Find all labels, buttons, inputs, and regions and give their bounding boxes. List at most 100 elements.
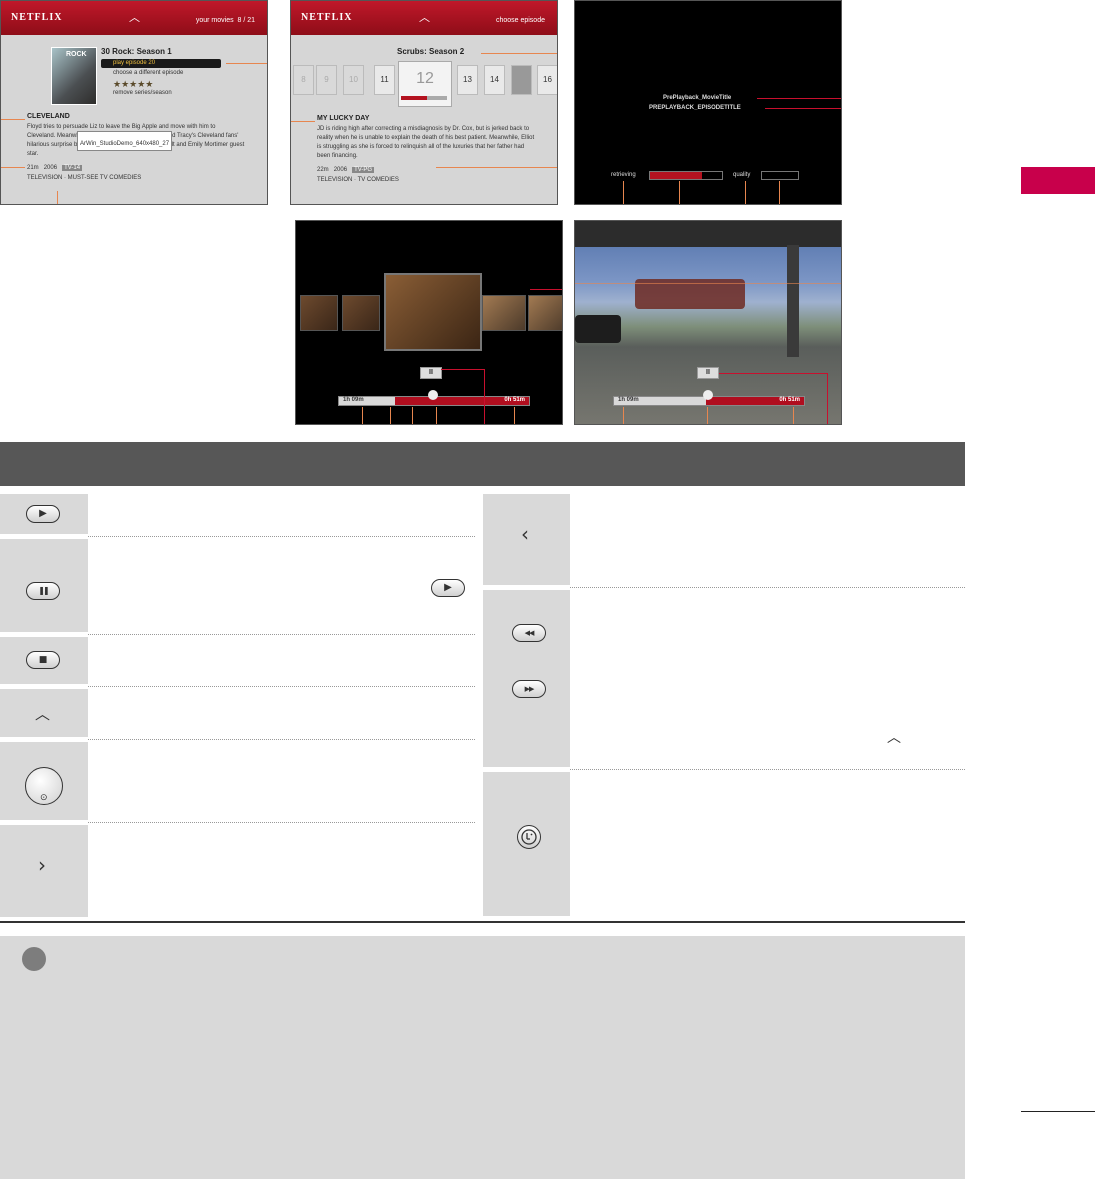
screenshot-netflix-choose-episode: NETFLIX ︿ choose episode Scrubs: Season …	[290, 0, 558, 205]
time-elapsed: 1h 09m	[618, 397, 639, 403]
selected-episode-number: 12	[416, 70, 434, 87]
netflix-logo: NETFLIX	[11, 12, 63, 23]
fast-forward-icon: ▶▶	[524, 684, 535, 693]
scrub-handle[interactable]	[703, 390, 713, 400]
callout-line	[765, 108, 841, 109]
icon-cell-ok: ⊙	[0, 742, 88, 820]
lg-logo-icon	[521, 829, 537, 845]
ok-button[interactable]: ⊙	[25, 767, 63, 805]
thumbnail-frame	[528, 295, 562, 331]
callout-line	[530, 289, 562, 290]
callout-line	[436, 167, 557, 168]
row-divider	[88, 739, 475, 740]
up-arrow-icon: ︿	[887, 730, 901, 746]
screenshot-preplayback: PrePlayback_MovieTitle PREPLAYBACK_EPISO…	[574, 0, 842, 205]
episode-meta: 22m 2006 TV-PG	[317, 167, 375, 173]
episode-progress	[401, 96, 447, 100]
hangar-pillar	[787, 245, 799, 357]
pause-indicator: II	[420, 367, 442, 379]
up-caret-icon: ︿	[129, 12, 140, 24]
callout-line	[57, 191, 58, 204]
retrieving-progress	[649, 171, 723, 180]
genre-label: TELEVISION · TV COMEDIES	[317, 177, 399, 183]
callout-line	[779, 181, 780, 204]
episode-tile[interactable]: 10	[343, 65, 364, 95]
callout-line	[1, 167, 25, 168]
rating-stars[interactable]: ★★★★★	[113, 79, 153, 90]
nav-label: choose episode	[495, 17, 545, 24]
time-remaining: 0h 51m	[779, 397, 800, 403]
icon-cell-play: ▶	[0, 494, 88, 534]
time-elapsed: 1h 09m	[343, 397, 364, 403]
episode-tile[interactable]: 16	[537, 65, 557, 95]
netflix-logo: NETFLIX	[301, 12, 353, 23]
movie-title-label: PrePlayback_MovieTitle	[663, 95, 732, 101]
thumbnail-frame	[300, 295, 338, 331]
callout-line	[481, 53, 557, 54]
row-divider	[88, 822, 475, 823]
quality-meter	[761, 171, 799, 180]
row-divider	[88, 536, 475, 537]
selected-option[interactable]: play episode 20	[101, 59, 221, 68]
callout-line	[827, 373, 828, 424]
section-header-bar	[0, 442, 965, 486]
icon-cell-pause: ❚❚	[0, 539, 88, 632]
option-remove-series[interactable]: remove series/season	[113, 90, 172, 96]
episode-tile-selected[interactable]: 12	[398, 61, 452, 107]
callout-line	[793, 407, 794, 424]
episode-tile[interactable]: 14	[484, 65, 505, 95]
hangar-roof	[575, 221, 841, 247]
episode-tile[interactable]: 8	[293, 65, 314, 95]
callout-line	[745, 181, 746, 204]
tooltip: ArWin_StudioDemo_640x480_27	[77, 131, 173, 151]
play-icon: ▶	[39, 508, 47, 519]
retrieving-label: retrieving	[611, 172, 636, 178]
right-arrow-icon[interactable]: ›	[38, 855, 46, 875]
episode-tile-thumbnail[interactable]	[511, 65, 532, 95]
rewind-button[interactable]: ◀◀	[512, 624, 546, 642]
episode-tile[interactable]: 13	[457, 65, 478, 95]
left-arrow-icon[interactable]: ‹	[521, 524, 529, 544]
icon-cell-right: ›	[0, 825, 88, 917]
callout-line	[623, 407, 624, 424]
icon-cell-left: ‹	[483, 494, 570, 585]
callout-line	[623, 181, 624, 204]
callout-line	[226, 63, 267, 64]
icon-cell-up: ︿	[0, 689, 88, 737]
option-choose-episode[interactable]: choose a different episode	[113, 70, 183, 76]
row-divider	[570, 587, 965, 588]
icon-cell-rew-ff: ◀◀ ▶▶	[483, 590, 570, 767]
lg-home-button[interactable]	[517, 825, 541, 849]
callout-line	[441, 369, 485, 370]
fast-forward-button[interactable]: ▶▶	[512, 680, 546, 698]
episode-tile[interactable]: 9	[316, 65, 337, 95]
pause-button[interactable]: ❚❚	[26, 582, 60, 600]
row-divider	[570, 769, 965, 770]
note-panel	[0, 936, 965, 1179]
page-number-rule	[1021, 1111, 1095, 1112]
table-bottom-rule	[0, 921, 965, 923]
nav-label: your movies 8 / 21	[195, 17, 255, 24]
callout-line	[575, 283, 841, 284]
callout-line	[484, 369, 485, 424]
thumbnail-frame	[342, 295, 380, 331]
play-button[interactable]: ▶	[26, 505, 60, 523]
stop-button[interactable]: ■	[26, 651, 60, 669]
stop-icon: ■	[38, 654, 48, 665]
screenshot-scrub-thumbnails: II 1h 09m 0h 51m	[295, 220, 563, 425]
callout-line	[1, 119, 25, 120]
episode-tile[interactable]: 11	[374, 65, 395, 95]
episode-title: MY LUCKY DAY	[317, 115, 370, 122]
up-arrow-icon[interactable]: ︿	[35, 707, 50, 722]
thumbnail-frame	[482, 295, 526, 331]
rewind-icon: ◀◀	[524, 628, 535, 637]
episode-title-label: PREPLAYBACK_EPISODETITLE	[649, 105, 741, 111]
pause-icon: ❚❚	[38, 586, 49, 595]
play-button-inline[interactable]: ▶	[431, 579, 465, 597]
time-remaining: 0h 51m	[504, 397, 525, 403]
quality-label: quality	[733, 172, 751, 178]
genre-label: TELEVISION · MUST-SEE TV COMEDIES	[27, 175, 142, 181]
scrub-handle[interactable]	[428, 390, 438, 400]
screenshot-playback: II 1h 09m 0h 51m	[574, 220, 842, 425]
episode-description: JD is riding high after correcting a mis…	[317, 126, 535, 159]
